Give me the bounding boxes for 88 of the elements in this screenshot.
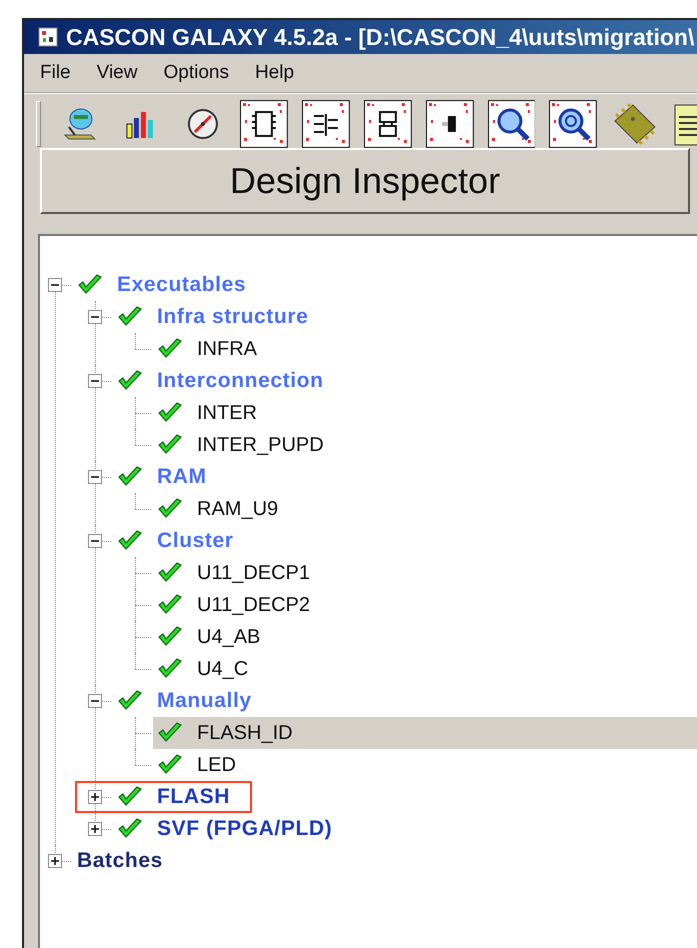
menu-item[interactable]: View (94, 58, 140, 88)
menu-item[interactable]: Options (161, 58, 231, 88)
tree-label: INTER (197, 401, 257, 426)
tree-label: Batches (77, 848, 163, 874)
menu-item[interactable]: File (38, 58, 73, 88)
collapse-toggle[interactable] (48, 278, 62, 292)
tree-label: FLASH (157, 784, 230, 810)
tree-item[interactable]: RAM_U9 (153, 493, 290, 525)
tree-item[interactable]: FLASH_ID (153, 717, 697, 749)
check-icon (117, 530, 143, 552)
check-icon (77, 274, 103, 296)
check-icon (157, 562, 183, 584)
check-icon (157, 338, 183, 360)
magnifier-icon[interactable] (488, 100, 536, 148)
expand-toggle[interactable] (88, 822, 102, 836)
check-icon (117, 306, 143, 328)
switch-icon[interactable] (426, 100, 474, 148)
tree-label: Manually (157, 688, 252, 714)
minus-icon (51, 281, 59, 289)
tree-label: U4_C (197, 657, 248, 682)
check-icon (157, 434, 183, 456)
check-icon (157, 498, 183, 520)
check-icon (117, 786, 143, 808)
magnifier-target-icon[interactable] (549, 100, 598, 148)
tree-item[interactable]: Infra structure (113, 301, 320, 333)
check-icon (157, 722, 183, 744)
expand-toggle[interactable] (88, 790, 102, 804)
tree-label: INTER_PUPD (197, 433, 324, 458)
plus-icon (91, 825, 99, 833)
toolbar-grip[interactable] (36, 101, 41, 147)
check-icon (157, 402, 183, 424)
tree-item[interactable]: Batches (73, 845, 175, 877)
minus-icon (91, 473, 99, 481)
check-icon (157, 658, 183, 680)
minus-icon (91, 697, 99, 705)
tree-label: U11_DECP2 (197, 593, 310, 618)
app-icon (38, 27, 58, 47)
chip-icon[interactable] (240, 100, 288, 148)
plus-icon (91, 793, 99, 801)
collapse-toggle[interactable] (88, 694, 102, 708)
check-icon (157, 594, 183, 616)
connector-icon[interactable] (302, 100, 350, 148)
collapse-toggle[interactable] (88, 534, 102, 548)
minus-icon (91, 313, 99, 321)
tree-item[interactable]: U11_DECP1 (153, 557, 322, 589)
tree-label: RAM (157, 464, 207, 490)
tree-item[interactable]: LED (153, 749, 248, 781)
tree-label: SVF (FPGA/PLD) (157, 816, 332, 842)
tree-label: Cluster (157, 528, 234, 554)
tree-label: Infra structure (157, 304, 308, 330)
check-icon (117, 370, 143, 392)
check-icon (117, 466, 143, 488)
tree-item[interactable]: U4_C (153, 653, 260, 685)
tree-item[interactable]: Executables (73, 269, 258, 301)
tree-label: Interconnection (157, 368, 324, 394)
tree-item[interactable]: FLASH (113, 781, 242, 813)
tree-label: FLASH_ID (197, 721, 293, 746)
minus-icon (91, 537, 99, 545)
tree-label: LED (197, 753, 236, 778)
plus-icon (51, 857, 59, 865)
check-icon (117, 690, 143, 712)
check-icon (117, 818, 143, 840)
tree-item[interactable]: Interconnection (113, 365, 336, 397)
window-title: CASCON GALAXY 4.5.2a - [D:\CASCON_4\uuts\migration\ (66, 22, 694, 52)
tree-label: INFRA (197, 337, 257, 362)
design-inspector-button[interactable]: Design Inspector (40, 148, 690, 214)
collapse-toggle[interactable] (88, 374, 102, 388)
tree-item[interactable]: INFRA (153, 333, 269, 365)
tree-label: RAM_U9 (197, 497, 278, 522)
component-icon[interactable] (364, 100, 412, 148)
tree-item[interactable]: U4_AB (153, 621, 272, 653)
tree-item[interactable]: Manually (113, 685, 264, 717)
check-icon (157, 754, 183, 776)
tree-label: U4_AB (197, 625, 260, 650)
tree-item[interactable]: SVF (FPGA/PLD) (113, 813, 344, 845)
collapse-toggle[interactable] (88, 310, 102, 324)
tree-label: U11_DECP1 (197, 561, 310, 586)
tree-item[interactable]: Cluster (113, 525, 246, 557)
minus-icon (91, 377, 99, 385)
menu-item[interactable]: Help (252, 58, 296, 88)
collapse-toggle[interactable] (88, 470, 102, 484)
tree-item[interactable]: RAM (113, 461, 219, 493)
tree-item[interactable]: INTER_PUPD (153, 429, 336, 461)
tree-item[interactable]: INTER (153, 397, 269, 429)
check-icon (157, 626, 183, 648)
tree-label: Executables (117, 272, 246, 298)
expand-toggle[interactable] (48, 854, 62, 868)
tree-item[interactable]: U11_DECP2 (153, 589, 322, 621)
